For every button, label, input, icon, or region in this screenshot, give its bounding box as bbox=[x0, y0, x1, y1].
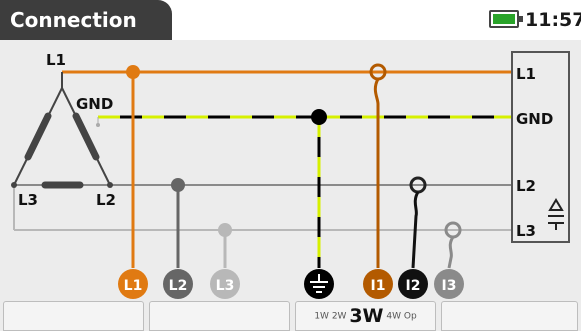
battery-level bbox=[493, 14, 515, 24]
l1-junction bbox=[126, 65, 140, 79]
source-label-l1: L1 bbox=[46, 51, 66, 69]
softkey-f1[interactable] bbox=[3, 301, 144, 331]
source-label-l3: L3 bbox=[18, 191, 38, 209]
source-label-l2: L2 bbox=[96, 191, 116, 209]
mode-option-4w: 4W bbox=[386, 311, 401, 322]
svg-text:L2: L2 bbox=[169, 278, 188, 294]
delta-source bbox=[11, 72, 113, 189]
mode-option-op: Op bbox=[403, 311, 417, 322]
gnd-junction bbox=[311, 109, 327, 125]
clamp-i1 bbox=[369, 63, 387, 268]
mode-option-selected: 3W bbox=[349, 305, 384, 327]
terminal-i1: I1 bbox=[363, 269, 393, 299]
ground-icon bbox=[304, 269, 334, 299]
svg-text:I2: I2 bbox=[406, 278, 421, 294]
mode-option-1w: 1W bbox=[314, 311, 329, 322]
terminal-l2: L2 bbox=[163, 269, 193, 299]
title-tab: Connection bbox=[0, 0, 172, 40]
status-bar: Connection 11:57 bbox=[0, 0, 581, 40]
terminal-l1: L1 bbox=[118, 269, 148, 299]
softkey-f2[interactable] bbox=[149, 301, 290, 331]
load-label-gnd: GND bbox=[516, 110, 553, 128]
clamp-i2 bbox=[409, 176, 427, 269]
connection-diagram: L1 GND L3 L2 L1 GND L2 L3 L1 L2 L3 I1 I2… bbox=[11, 51, 570, 299]
terminal-i2: I2 bbox=[398, 269, 428, 299]
terminal-l3: L3 bbox=[210, 269, 240, 299]
clock: 11:57 bbox=[525, 9, 581, 31]
svg-text:L1: L1 bbox=[124, 278, 143, 294]
terminal-i3: I3 bbox=[434, 269, 464, 299]
screen-title: Connection bbox=[10, 8, 137, 32]
softkey-f4[interactable] bbox=[441, 301, 578, 331]
load-label-l1: L1 bbox=[516, 65, 536, 83]
connection-mode-selector[interactable]: 1W 2W 3W 4W Op bbox=[295, 301, 436, 331]
load-label-l3: L3 bbox=[516, 222, 536, 240]
battery-icon bbox=[489, 10, 523, 28]
svg-text:I3: I3 bbox=[442, 278, 457, 294]
l3-junction bbox=[218, 223, 232, 237]
mode-option-2w: 2W bbox=[331, 311, 347, 322]
svg-text:L3: L3 bbox=[216, 278, 235, 294]
l2-junction bbox=[171, 178, 185, 192]
source-label-gnd: GND bbox=[76, 95, 113, 113]
svg-text:I1: I1 bbox=[371, 278, 386, 294]
load-label-l2: L2 bbox=[516, 177, 536, 195]
